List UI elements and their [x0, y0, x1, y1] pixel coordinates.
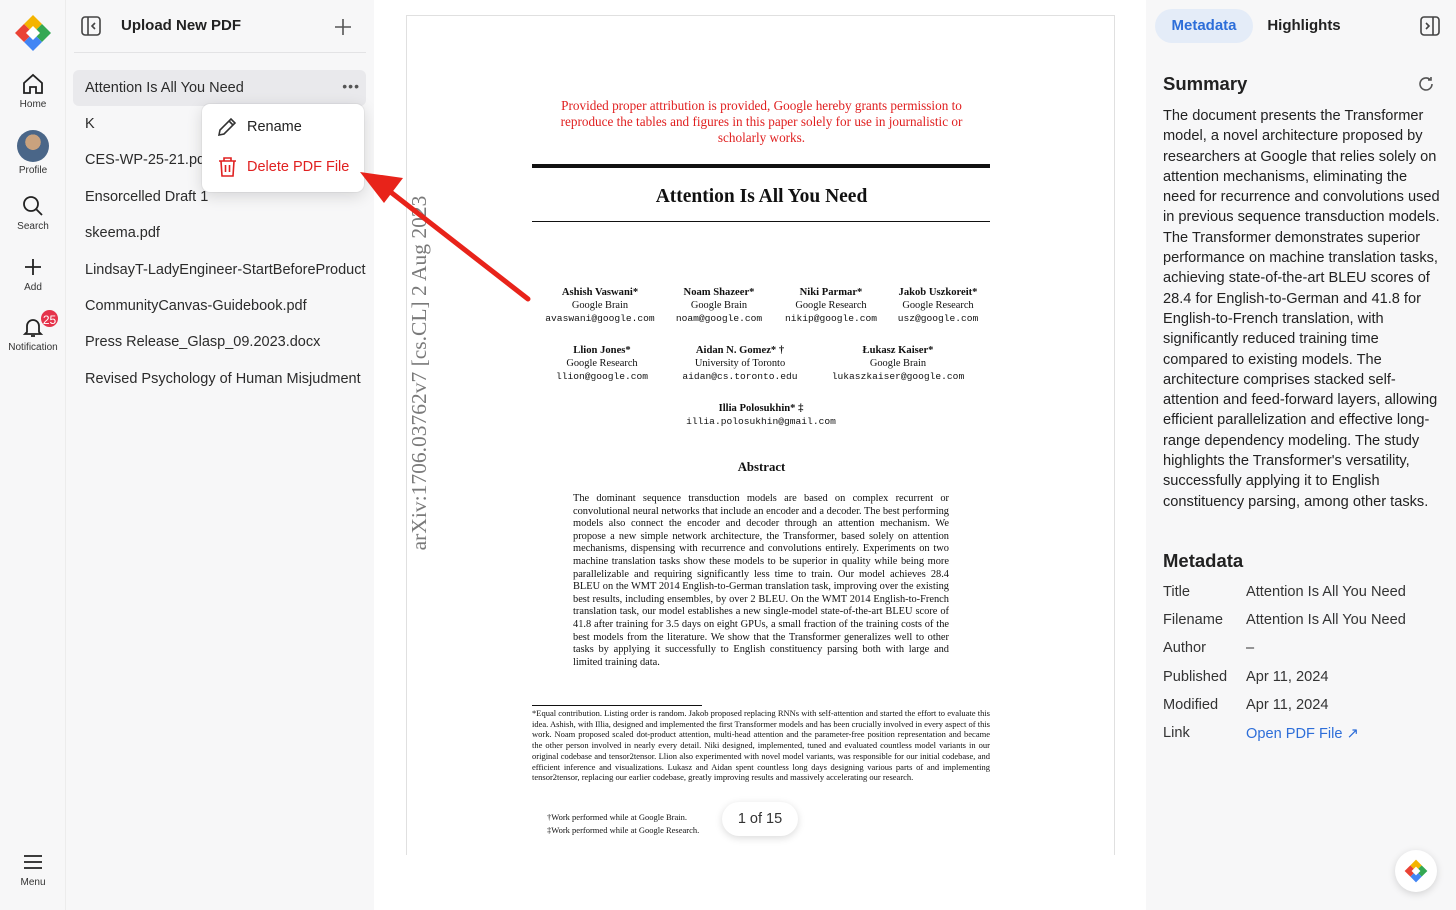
tab-highlights[interactable]: Highlights: [1255, 9, 1353, 43]
pdf-page[interactable]: Provided proper attribution is provided,…: [406, 15, 1115, 855]
rename-label: Rename: [247, 119, 302, 135]
nav-notification[interactable]: 25 Notification: [0, 308, 66, 353]
nav-search[interactable]: Search: [0, 194, 66, 232]
search-icon: [23, 196, 43, 216]
page-indicator: 1 of 15: [722, 802, 798, 836]
refresh-icon[interactable]: [1417, 75, 1435, 93]
file-item-label: CommunityCanvas-Guidebook.pdf: [85, 298, 307, 314]
footnote-text: *Equal contribution. Listing order is ra…: [532, 708, 990, 783]
more-options-icon[interactable]: •••: [342, 78, 360, 94]
nav-home[interactable]: Home: [0, 72, 66, 110]
file-item-label: LindsayT-LadyEngineer-StartBeforeProduct: [85, 262, 366, 278]
assistant-button[interactable]: [1395, 850, 1437, 892]
collapse-sidebar-icon[interactable]: [80, 15, 102, 37]
file-item-label: K: [85, 116, 95, 132]
author-block: Illia Polosukhin* ‡ illia.polosukhin@gmai…: [686, 403, 836, 427]
file-item[interactable]: LindsayT-LadyEngineer-StartBeforeProduct: [73, 252, 366, 288]
author-block: Llion Jones* Google Research llion@google.…: [555, 345, 649, 382]
file-item-label: Ensorcelled Draft 1: [85, 189, 209, 205]
file-item-label: skeema.pdf: [85, 225, 160, 241]
nav-rail: Home Profile Search Add 25 Notification …: [0, 0, 66, 910]
nav-add-label: Add: [24, 282, 42, 293]
file-item-label: CES-WP-25-21.pdf: [85, 152, 210, 168]
paper-title: Attention Is All You Need: [655, 186, 868, 207]
file-context-menu: Rename Delete PDF File: [202, 104, 364, 192]
nav-add[interactable]: Add: [0, 255, 66, 293]
file-item[interactable]: CommunityCanvas-Guidebook.pdf: [73, 288, 366, 324]
plus-icon: [25, 259, 41, 275]
file-item-label: Press Release_Glasp_09.2023.docx: [85, 334, 321, 350]
title-rule-top: [532, 164, 990, 168]
file-item[interactable]: skeema.pdf: [73, 215, 366, 251]
home-icon: [23, 73, 43, 94]
nav-search-label: Search: [17, 221, 49, 232]
collapse-panel-icon[interactable]: [1419, 15, 1441, 37]
author-block: Aidan N. Gomez* † University of Toronto ai…: [682, 345, 798, 382]
metadata-row: Link Open PDF File ↗: [1163, 725, 1359, 742]
rename-menu-item[interactable]: Rename: [216, 112, 356, 142]
file-item[interactable]: Revised Psychology of Human Misjudment: [73, 361, 366, 397]
app-logo-icon: [1404, 859, 1428, 883]
summary-heading: Summary: [1163, 73, 1248, 94]
metadata-row: Title Attention Is All You Need: [1163, 584, 1406, 600]
divider: [74, 52, 366, 53]
app-logo[interactable]: [14, 14, 52, 52]
pencil-icon: [217, 117, 237, 137]
open-pdf-link[interactable]: Open PDF File ↗: [1246, 725, 1359, 742]
author-block: Jakob Uszkoreit* Google Research usz@googl…: [897, 287, 979, 324]
nav-profile-label: Profile: [18, 165, 48, 176]
tab-metadata[interactable]: Metadata: [1155, 9, 1253, 43]
author-block: Łukasz Kaiser* Google Brain lukaszkaiser@g…: [831, 345, 965, 382]
nav-profile[interactable]: Profile: [0, 130, 66, 176]
metadata-heading: Metadata: [1163, 550, 1244, 571]
nav-menu-label: Menu: [20, 877, 46, 888]
file-item[interactable]: Press Release_Glasp_09.2023.docx: [73, 324, 366, 360]
footnote-dagger: †Work performed while at Google Brain.: [547, 812, 687, 822]
add-file-icon[interactable]: [333, 17, 353, 37]
hamburger-icon: [24, 855, 42, 869]
avatar: [17, 130, 49, 162]
metadata-row: Modified Apr 11, 2024: [1163, 697, 1329, 713]
summary-text: The document presents the Transformer mo…: [1163, 108, 1440, 510]
notification-badge: 25: [39, 308, 60, 329]
metadata-row: Published Apr 11, 2024: [1163, 669, 1329, 685]
abstract-heading: Abstract: [737, 460, 786, 474]
nav-menu[interactable]: Menu: [0, 850, 66, 888]
trash-icon: [219, 157, 236, 177]
metadata-row: Filename Attention Is All You Need: [1163, 612, 1406, 628]
delete-pdf-label: Delete PDF File: [247, 159, 350, 175]
file-item[interactable]: Attention Is All You Need •••: [73, 70, 366, 106]
file-sidebar-header: Upload New PDF: [66, 0, 374, 52]
footnote-ddagger: ‡Work performed while at Google Research…: [547, 825, 700, 835]
nav-home-label: Home: [19, 99, 47, 110]
file-item-label: Revised Psychology of Human Misjudment: [85, 371, 361, 387]
delete-pdf-menu-item[interactable]: Delete PDF File: [216, 152, 356, 182]
arxiv-stamp: arXiv:1706.03762v7 [cs.CL] 2 Aug 2023: [407, 195, 431, 551]
metadata-row: Author –: [1163, 640, 1255, 656]
file-item-label: Attention Is All You Need: [85, 80, 244, 96]
abstract-text: The dominant sequence transduction model…: [573, 493, 949, 668]
footnote-rule: [532, 705, 702, 706]
permission-notice: Provided proper attribution is provided,…: [560, 98, 963, 145]
title-rule-bottom: [532, 221, 990, 222]
nav-notification-label: Notification: [8, 342, 58, 353]
upload-new-pdf[interactable]: Upload New PDF: [121, 17, 241, 34]
